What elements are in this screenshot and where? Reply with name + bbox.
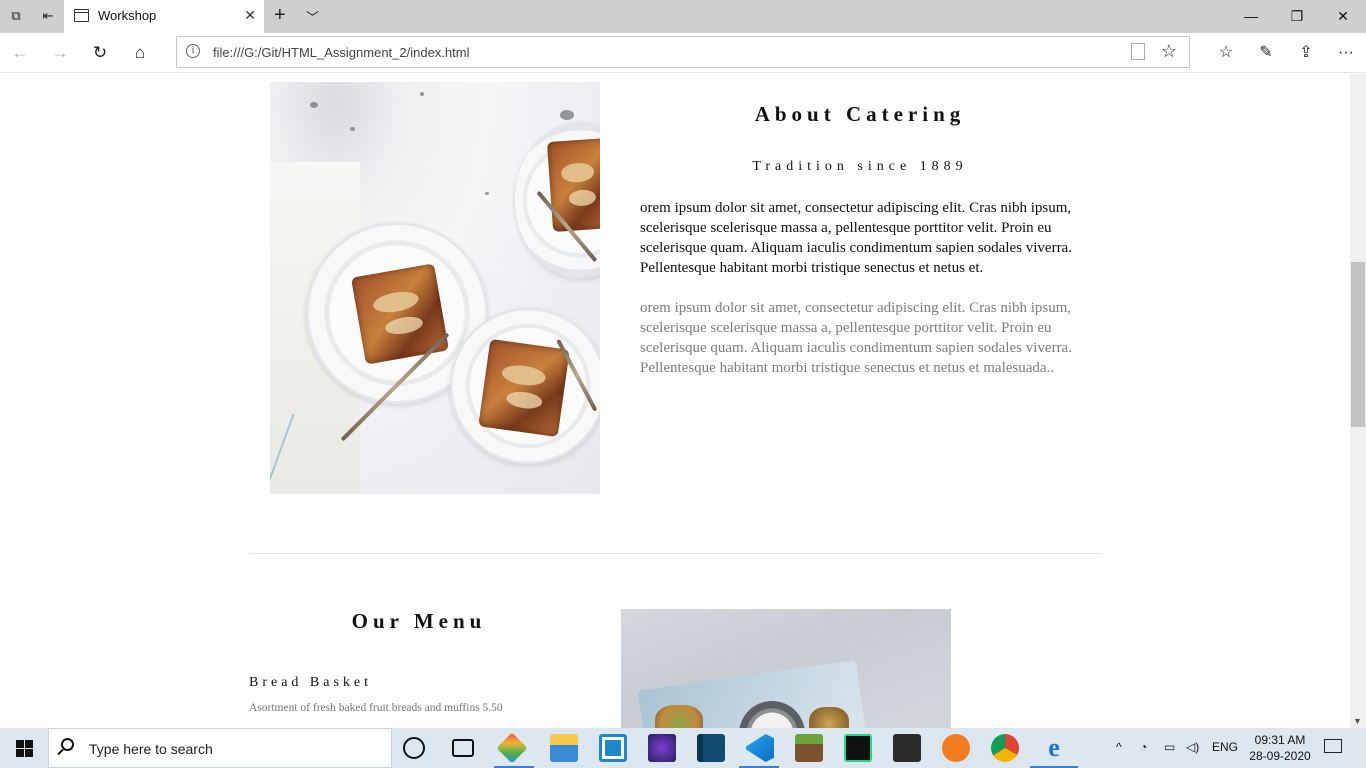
task-view-icon[interactable] bbox=[452, 739, 474, 757]
vscode-icon[interactable] bbox=[746, 734, 774, 762]
file-explorer-icon[interactable] bbox=[550, 734, 578, 762]
section-divider bbox=[249, 553, 1101, 554]
windows-start-icon[interactable] bbox=[0, 728, 48, 768]
minimize-icon[interactable]: — bbox=[1228, 0, 1274, 33]
minecraft-icon[interactable] bbox=[795, 734, 823, 762]
search-icon bbox=[61, 738, 74, 751]
menu-image bbox=[621, 609, 951, 728]
about-paragraph-2: orem ipsum dolor sit amet, consectetur a… bbox=[640, 300, 1072, 376]
close-window-icon[interactable]: ✕ bbox=[1320, 0, 1366, 33]
notebook-app-icon[interactable] bbox=[697, 734, 725, 762]
url-text[interactable]: file:///G:/Git/HTML_Assignment_2/index.h… bbox=[213, 45, 469, 60]
browser-toolbar: ← → ↻ ⌂ i file:///G:/Git/HTML_Assignment… bbox=[0, 33, 1366, 73]
site-info-icon[interactable]: i bbox=[186, 44, 200, 58]
menu-item-name: Bread Basket bbox=[249, 675, 373, 690]
cortana-icon[interactable] bbox=[403, 737, 425, 759]
tab-title: Workshop bbox=[98, 8, 157, 23]
web-note-pen-icon[interactable]: ✎ bbox=[1254, 41, 1278, 65]
about-subtitle: Tradition since 1889 bbox=[752, 159, 968, 174]
set-tabs-aside-icon[interactable]: ⇤ bbox=[40, 8, 56, 24]
forward-icon[interactable]: → bbox=[48, 41, 72, 65]
unity-icon[interactable] bbox=[893, 734, 921, 762]
tab-workshop[interactable]: Workshop ✕ bbox=[64, 0, 264, 33]
about-catering-image bbox=[270, 82, 600, 494]
tab-actions-icon[interactable]: ⧉ bbox=[8, 8, 24, 24]
windows-taskbar: Type here to search e ^ ◔ ▭ ◁) ENG 09:31… bbox=[0, 728, 1366, 768]
scrollbar-thumb[interactable] bbox=[1351, 262, 1365, 427]
vertical-scrollbar[interactable]: ▼ bbox=[1350, 74, 1366, 728]
taskbar-search-placeholder: Type here to search bbox=[89, 741, 213, 757]
new-tab-icon[interactable]: + bbox=[274, 4, 286, 27]
favorite-star-icon[interactable]: ☆ bbox=[1161, 41, 1177, 62]
home-icon[interactable]: ⌂ bbox=[128, 41, 152, 65]
app-launcher-icon[interactable] bbox=[496, 732, 528, 764]
language-indicator[interactable]: ENG bbox=[1212, 740, 1238, 754]
about-paragraph-1: orem ipsum dolor sit amet, consectetur a… bbox=[640, 200, 1072, 276]
share-icon[interactable]: ⇪ bbox=[1294, 41, 1318, 65]
avast-icon[interactable] bbox=[942, 734, 970, 762]
action-center-icon[interactable] bbox=[1324, 739, 1342, 753]
favorites-list-icon[interactable]: ☆ bbox=[1214, 41, 1238, 65]
menu-title: Our Menu bbox=[351, 609, 487, 633]
more-menu-icon[interactable]: ··· bbox=[1334, 41, 1358, 65]
chevron-down-icon[interactable]: ﹀ bbox=[306, 7, 319, 26]
pycharm-icon[interactable] bbox=[844, 734, 872, 762]
refresh-icon[interactable]: ↻ bbox=[88, 41, 112, 65]
clock-time: 09:31 AM bbox=[1254, 733, 1306, 747]
page-favicon-icon bbox=[74, 9, 89, 22]
about-title: About Catering bbox=[754, 102, 966, 126]
wifi-icon[interactable]: ◔ bbox=[1140, 740, 1147, 754]
battery-icon[interactable]: ▭ bbox=[1164, 740, 1175, 754]
page-viewport: About Catering Tradition since 1889 orem… bbox=[0, 74, 1350, 728]
brackets-editor-icon[interactable] bbox=[599, 734, 627, 762]
chevron-up-icon[interactable]: ^ bbox=[1116, 740, 1122, 754]
back-icon[interactable]: ← bbox=[8, 41, 32, 65]
restore-icon[interactable]: ❐ bbox=[1274, 0, 1320, 33]
close-tab-icon[interactable]: ✕ bbox=[244, 7, 256, 24]
address-bar[interactable]: i file:///G:/Git/HTML_Assignment_2/index… bbox=[176, 36, 1190, 68]
volume-icon[interactable]: ◁) bbox=[1186, 740, 1199, 754]
edge-browser-icon[interactable]: e bbox=[1040, 734, 1068, 762]
chrome-icon[interactable] bbox=[991, 734, 1019, 762]
taskbar-clock[interactable]: 09:31 AM 28-09-2020 bbox=[1240, 732, 1320, 764]
audio-app-icon[interactable] bbox=[648, 734, 676, 762]
scroll-down-arrow-icon[interactable]: ▼ bbox=[1353, 716, 1362, 726]
reading-view-icon[interactable] bbox=[1131, 43, 1145, 60]
browser-titlebar: ⧉ ⇤ Workshop ✕ + ﹀ — ❐ ✕ bbox=[0, 0, 1366, 33]
menu-item-description: Asortment of fresh baked fruit breads an… bbox=[249, 702, 503, 714]
clock-date: 28-09-2020 bbox=[1249, 749, 1311, 763]
taskbar-search-box[interactable]: Type here to search bbox=[48, 728, 392, 768]
